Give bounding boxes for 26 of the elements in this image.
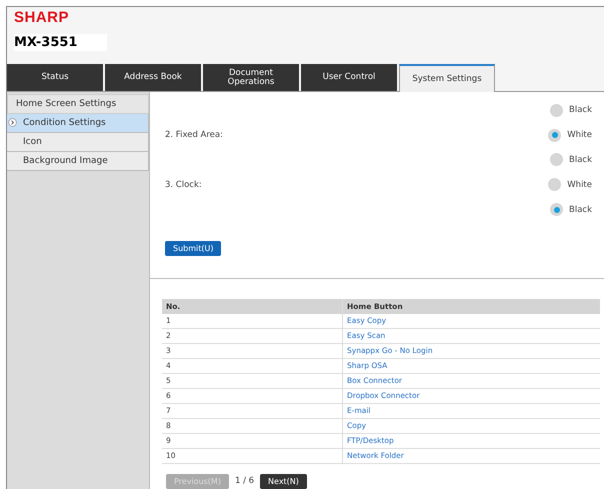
setting-label: 2. Fixed Area: [165,130,223,140]
sidebar-item[interactable]: Icon [7,133,149,152]
nav-tab[interactable]: System Settings [399,64,495,92]
sidebar-item[interactable]: Condition Settings [7,114,149,133]
brand-logo: SHARP [14,9,70,26]
sidebar-title: Home Screen Settings [7,94,149,114]
nav-tab[interactable]: Document Operations [203,64,299,91]
model-name: MX-3551 [14,34,108,51]
nav-tab[interactable]: Address Book [105,64,201,91]
radio-label[interactable]: Black [569,105,592,116]
sidebar-item[interactable]: Background Image [7,152,149,171]
radio-button[interactable] [548,128,562,142]
submit-button[interactable]: Submit(U) [165,240,222,256]
radio-label[interactable]: Black [569,204,592,215]
radio-button[interactable] [550,153,563,166]
nav-tab[interactable]: Status [7,64,103,91]
radio-button[interactable] [550,203,563,216]
radio-button[interactable] [548,178,562,192]
next-button[interactable]: Next(N) [260,474,307,489]
setting-label: 3. Clock: [165,180,202,190]
nav-tab[interactable]: User Control [301,64,397,91]
radio-label[interactable]: Black [569,154,592,165]
radio-label[interactable]: White [567,130,592,140]
radio-button[interactable] [550,104,563,117]
radio-label[interactable]: White [567,180,592,190]
page-indicator: 1 / 6 [234,476,254,486]
